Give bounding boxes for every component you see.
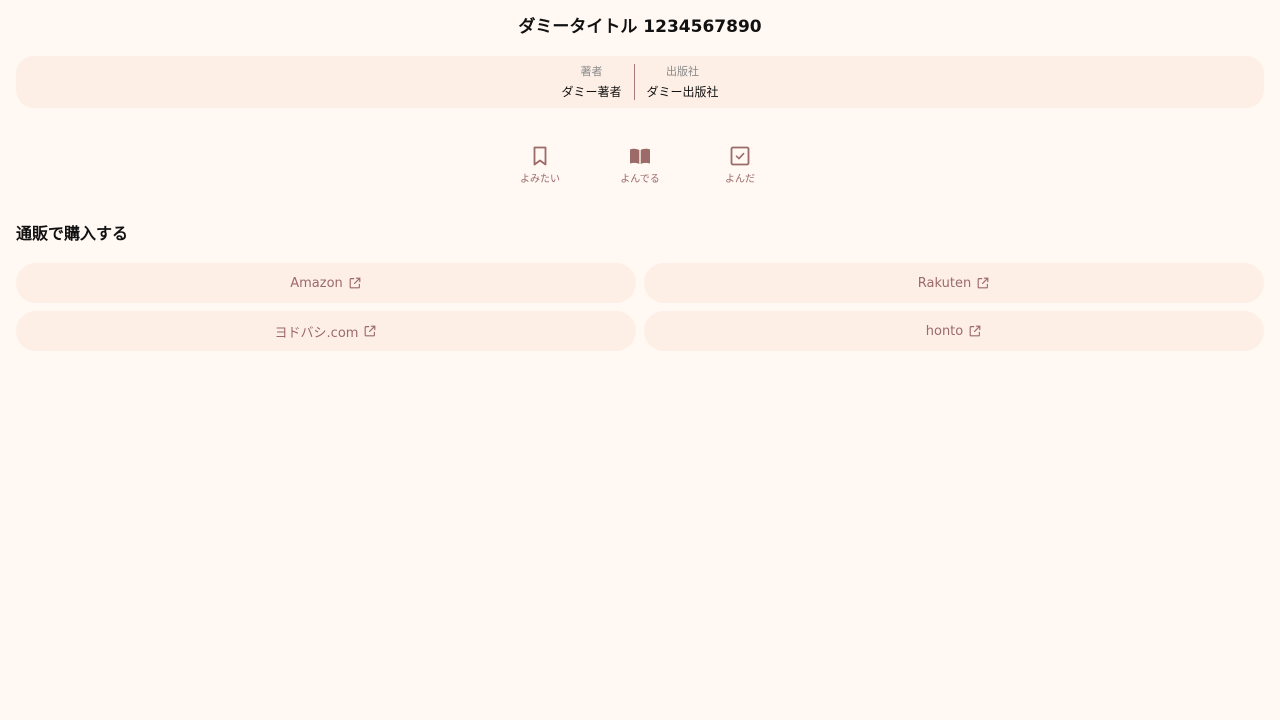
external-link-icon [349,277,361,289]
reading-status-row: よみたい よんでる よんだ [0,144,1280,187]
author-label: 著者 [580,64,603,78]
rakuten-link-button[interactable]: Rakuten [644,263,1264,303]
publisher-info: 出版社 ダミー出版社 [635,64,731,101]
author-info: 著者 ダミー著者 [549,64,633,101]
external-link-icon [969,325,981,337]
read-button[interactable]: よんだ [690,144,790,187]
shop-link-grid: Amazon Rakuten ヨドバシ.com honto [16,263,1264,351]
shop-label: ヨドバシ.com [274,325,359,341]
amazon-link-button[interactable]: Amazon [16,263,636,303]
want-to-read-button[interactable]: よみたい [490,144,590,187]
book-meta-card: 著者 ダミー著者 出版社 ダミー出版社 [16,56,1264,108]
honto-link-button[interactable]: honto [644,311,1264,351]
shop-label: Amazon [290,275,343,291]
bookmark-icon [533,146,547,166]
want-to-read-label: よみたい [520,174,560,185]
reading-button[interactable]: よんでる [590,144,690,187]
external-link-icon [977,277,989,289]
publisher-name: ダミー出版社 [646,84,719,99]
purchase-heading: 通販で購入する [16,224,129,243]
read-label: よんだ [725,174,755,185]
checkbox-icon [730,146,750,166]
publisher-label: 出版社 [666,64,699,78]
author-name: ダミー著者 [561,84,622,99]
shop-label: honto [925,323,964,339]
reading-label: よんでる [620,174,660,185]
shop-label: Rakuten [917,275,972,291]
open-book-icon [630,148,650,164]
book-detail-page: ダミータイトル 1234567890 著者 ダミー著者 出版社 ダミー出版社 よ… [0,0,1280,720]
external-link-icon [365,325,376,337]
page-title: ダミータイトル 1234567890 [518,17,762,37]
yodobashi-link-button[interactable]: ヨドバシ.com [16,311,636,351]
